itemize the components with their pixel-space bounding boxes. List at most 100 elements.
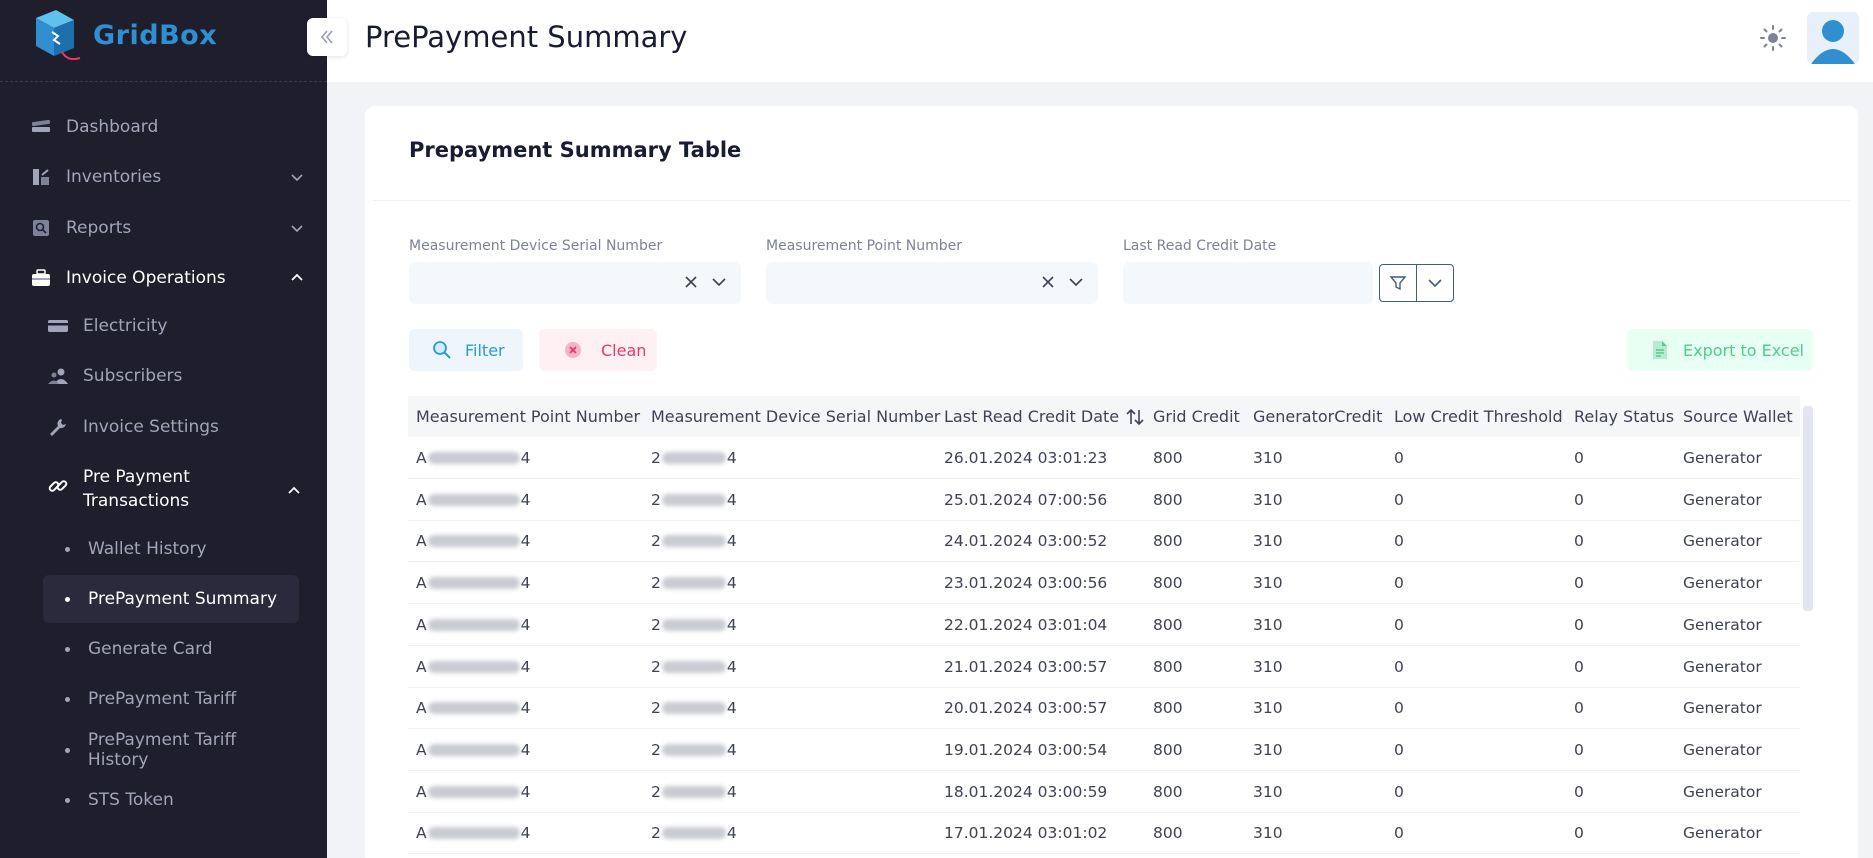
cell-text-suffix: 4 (726, 449, 737, 467)
cell-gen: 310 (1253, 615, 1283, 634)
table-row[interactable]: A 4 2 4 19.01.2024 03:00:54 800 310 0 0 Generator (408, 729, 1800, 771)
sidebar-item-inventories[interactable]: Inventories (30, 157, 305, 197)
clear-icon[interactable] (683, 274, 699, 290)
cell-grid: 800 (1153, 574, 1183, 593)
cell-relay: 0 (1574, 824, 1584, 843)
cell-relay: 0 (1574, 574, 1584, 593)
column-header-generator-credit[interactable]: GeneratorCredit (1253, 396, 1382, 437)
cell-device-serial: 24 (651, 771, 737, 813)
table-row[interactable]: A 4 2 4 23.01.2024 03:00:56 800 310 0 0 Generator (408, 562, 1800, 605)
redacted-value (661, 452, 726, 464)
column-header-point-number[interactable]: Measurement Point Number (416, 396, 640, 437)
date-filter-dropdown-button[interactable] (1416, 264, 1454, 302)
table-row[interactable]: A 4 2 4 18.01.2024 03:00:59 800 310 0 0 Generator (408, 771, 1800, 813)
cell-date: 23.01.2024 03:00:56 (944, 574, 1108, 593)
cell-text-suffix: 4 (726, 615, 737, 634)
filter-button[interactable]: Filter (409, 329, 523, 371)
export-excel-button[interactable]: Export to Excel (1627, 329, 1813, 371)
cell-device-serial: 24 (651, 520, 737, 562)
sidebar-item-label-line1: Pre Payment (83, 467, 190, 487)
cell-date: 20.01.2024 03:00:57 (944, 699, 1108, 718)
table-scrollbar[interactable] (1803, 406, 1813, 611)
cell-gen: 310 (1253, 740, 1283, 759)
device-serial-select[interactable] (409, 262, 741, 304)
column-header-relay-status[interactable]: Relay Status (1574, 396, 1674, 437)
brand: GridBox (0, 0, 327, 82)
redacted-value (427, 743, 520, 756)
cell-device-serial: 24 (651, 729, 737, 771)
redacted-value (427, 827, 520, 840)
table-row[interactable]: A 4 2 4 26.01.2024 03:01:23 800 310 0 0 Generator (408, 437, 1800, 479)
bullet-icon (65, 696, 70, 702)
cell-low: 0 (1394, 824, 1404, 843)
point-number-select[interactable] (766, 262, 1098, 304)
column-header-last-read-date[interactable]: Last Read Credit Date (944, 396, 1145, 437)
sidebar-item-wallet-history[interactable]: Wallet History (43, 525, 299, 573)
sidebar-item-prepayment-tariff-history[interactable]: PrePayment Tariff History (43, 726, 299, 774)
cell-grid: 800 (1153, 615, 1183, 634)
bullet-icon (65, 546, 70, 552)
sidebar-item-label: PrePayment Tariff (88, 689, 237, 709)
cell-date: 19.01.2024 03:00:54 (944, 740, 1108, 759)
cell-text-prefix: A (416, 824, 427, 843)
inventory-icon (30, 166, 52, 188)
column-header-low-credit-threshold[interactable]: Low Credit Threshold (1394, 396, 1563, 437)
table-row[interactable]: A 4 2 4 20.01.2024 03:00:57 800 310 0 0 Generator (408, 687, 1800, 730)
sidebar-item-prepayment-summary[interactable]: PrePayment Summary (43, 575, 299, 623)
sidebar-item-subscribers[interactable]: Subscribers (47, 356, 297, 396)
table-row[interactable]: A 4 2 4 17.01.2024 03:01:02 800 310 0 0 Generator (408, 812, 1800, 855)
cell-device-serial: 24 (651, 479, 737, 521)
brand-name: GridBox (93, 20, 217, 51)
chevron-down-icon[interactable] (1068, 274, 1084, 290)
sidebar-item-invoice-settings[interactable]: Invoice Settings (47, 407, 297, 447)
sidebar-item-reports[interactable]: Reports (30, 208, 305, 248)
point-number-label: Measurement Point Number (766, 238, 963, 254)
sidebar-item-label: Invoice Operations (66, 268, 226, 288)
sidebar-item-dashboard[interactable]: Dashboard (30, 107, 305, 147)
chevron-down-icon (291, 225, 303, 233)
cell-device-serial: 24 (651, 562, 737, 604)
column-header-device-serial[interactable]: Measurement Device Serial Number (651, 396, 940, 437)
cell-point-number: A4 (416, 562, 530, 604)
cell-text-prefix: 2 (651, 657, 661, 676)
sort-icon[interactable] (1125, 407, 1145, 427)
chevron-down-icon[interactable] (711, 274, 727, 290)
cell-text-prefix: 2 (651, 532, 661, 551)
date-filter-mode-button[interactable] (1379, 264, 1417, 302)
cell-low: 0 (1394, 490, 1404, 509)
sidebar-item-label: Pre Payment Transactions (83, 465, 190, 513)
sidebar-item-invoice-operations[interactable]: Invoice Operations (30, 258, 305, 298)
cell-grid: 800 (1153, 740, 1183, 759)
clean-button[interactable]: Clean (539, 329, 657, 371)
sidebar-collapse-button[interactable] (307, 18, 347, 56)
cell-point-number: A4 (416, 437, 530, 479)
brand-name-part1: Grid (93, 20, 160, 51)
sidebar-item-label: Generate Card (88, 639, 213, 659)
clear-icon[interactable] (1040, 274, 1056, 290)
cell-gen: 310 (1253, 449, 1283, 467)
last-read-date-input[interactable] (1123, 262, 1373, 304)
table-row[interactable]: A 4 2 4 21.01.2024 03:00:57 800 310 0 0 Generator (408, 646, 1800, 688)
link-icon (47, 475, 69, 497)
table-row[interactable]: A 4 2 4 24.01.2024 03:00:52 800 310 0 0 Generator (408, 520, 1800, 563)
sidebar-item-generate-card[interactable]: Generate Card (43, 625, 299, 673)
cell-gen: 310 (1253, 490, 1283, 509)
wrench-icon (47, 416, 69, 438)
theme-toggle-sun-icon[interactable] (1759, 24, 1787, 52)
cell-text-suffix: 4 (520, 532, 531, 551)
sidebar-item-prepayment-tariff[interactable]: PrePayment Tariff (43, 675, 299, 723)
column-header-grid-credit[interactable]: Grid Credit (1153, 396, 1240, 437)
column-header-source-wallet[interactable]: Source Wallet (1683, 396, 1793, 437)
user-avatar[interactable] (1807, 12, 1859, 64)
sidebar-item-sts-token[interactable]: STS Token (43, 776, 299, 824)
cell-date: 24.01.2024 03:00:52 (944, 532, 1108, 551)
cell-point-number: A4 (416, 771, 530, 813)
table-row[interactable]: A 4 2 4 25.01.2024 07:00:56 800 310 0 0 Generator (408, 479, 1800, 521)
sidebar-item-electricity[interactable]: Electricity (47, 306, 297, 346)
table-row[interactable]: A 4 2 4 22.01.2024 03:01:04 800 310 0 0 Generator (408, 604, 1800, 646)
sidebar-item-label: Invoice Settings (83, 417, 219, 437)
bullet-icon (65, 596, 70, 602)
cell-text-suffix: 4 (520, 449, 531, 467)
export-button-label: Export to Excel (1683, 340, 1804, 360)
sidebar-item-pre-payment-transactions[interactable]: Pre Payment Transactions (47, 465, 300, 521)
